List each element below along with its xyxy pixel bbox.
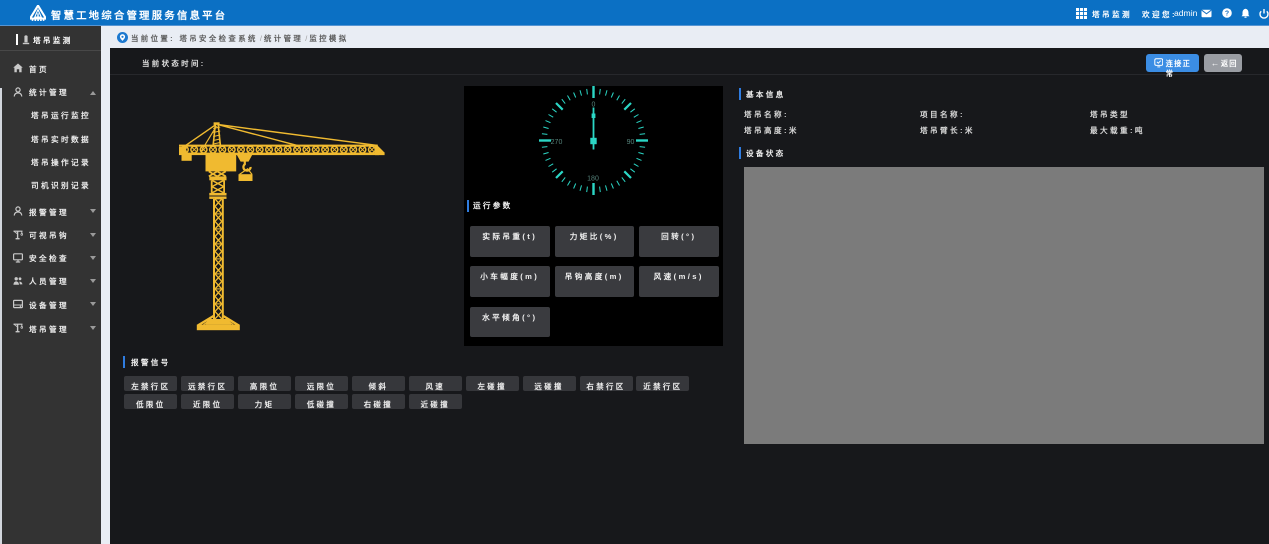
svg-text:0: 0 bbox=[592, 102, 596, 109]
svg-text:?: ? bbox=[1224, 10, 1228, 17]
svg-text:270: 270 bbox=[551, 139, 563, 146]
svg-text:90: 90 bbox=[627, 139, 635, 146]
svg-text:180: 180 bbox=[587, 176, 599, 183]
